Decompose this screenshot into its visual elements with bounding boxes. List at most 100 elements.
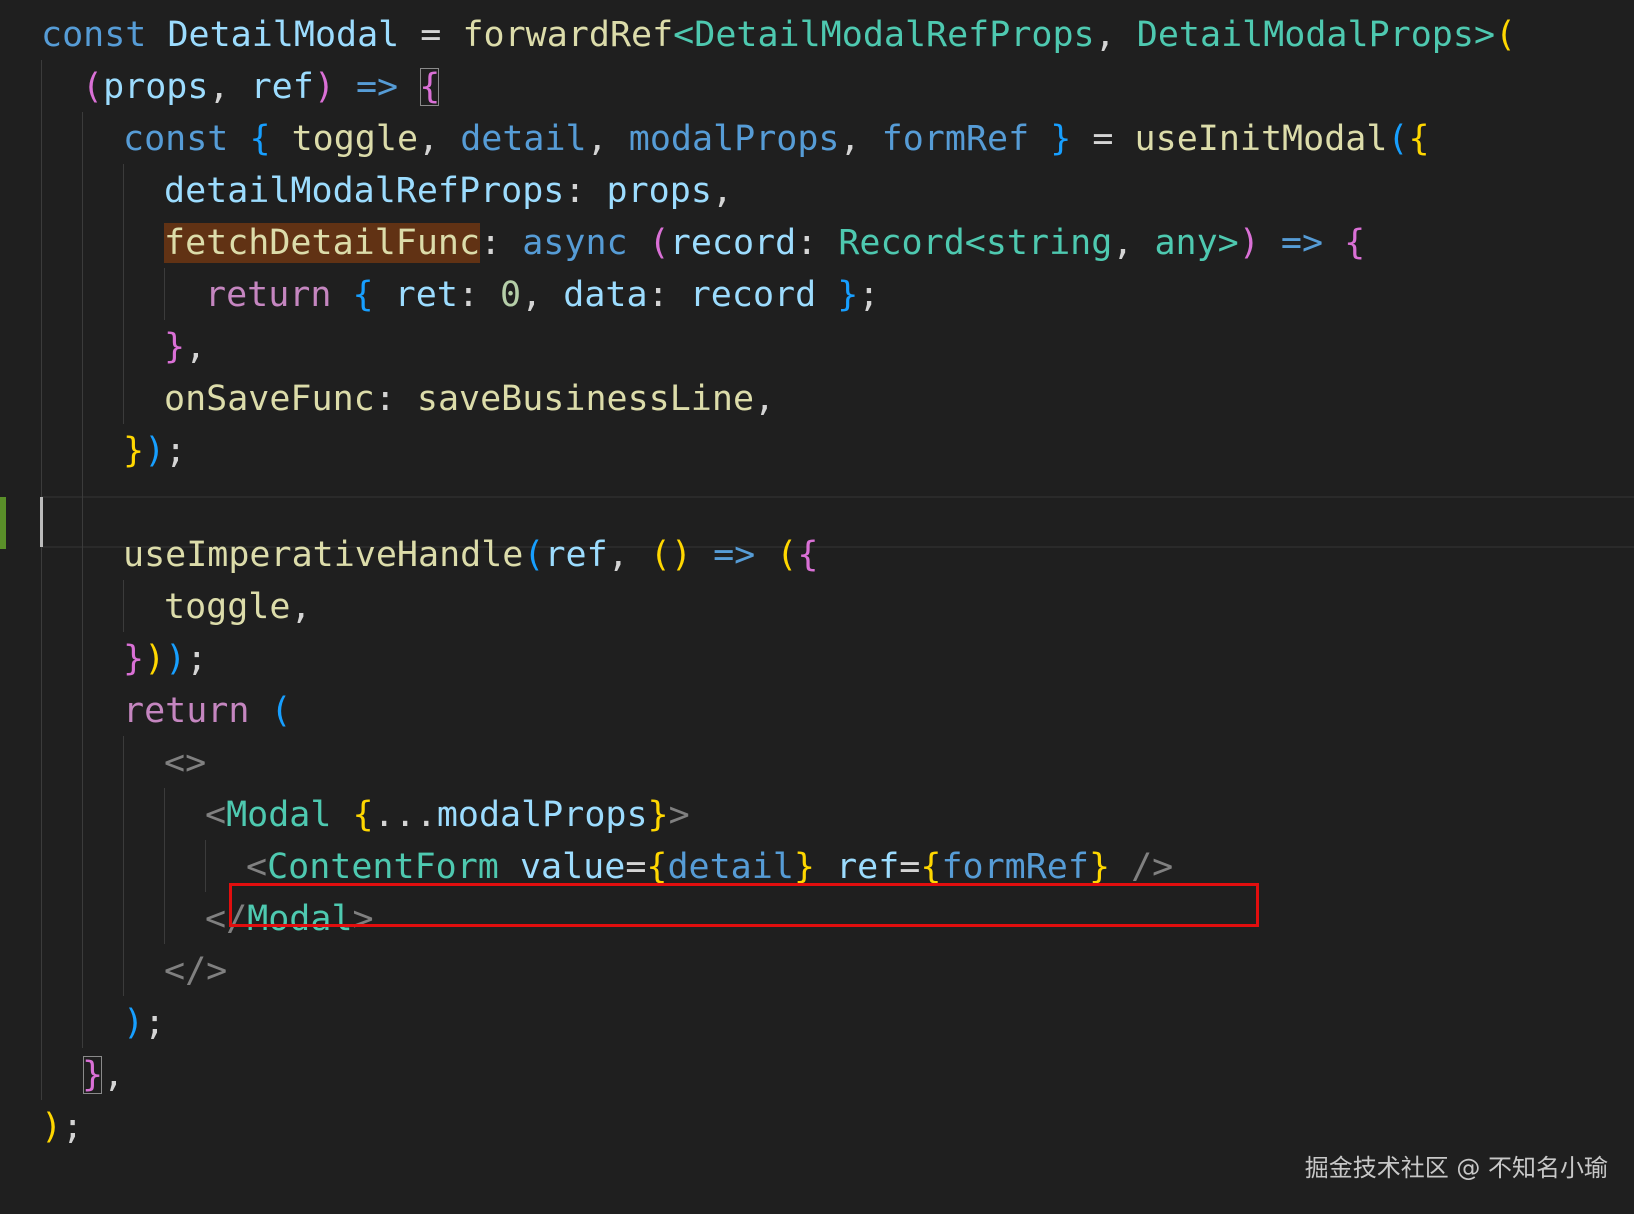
code-line[interactable]: onSaveFunc: saveBusinessLine, (0, 372, 1634, 426)
code-token: formRef (941, 847, 1089, 887)
code-token: () (649, 535, 692, 575)
code-editor[interactable]: const DetailModal = forwardRef<DetailMod… (0, 0, 1634, 1214)
code-line[interactable]: return { ret: 0, data: record }; (0, 268, 1634, 322)
code-token: { (249, 119, 271, 159)
code-token: : (480, 223, 523, 263)
code-token: { (920, 847, 942, 887)
code-line[interactable]: const DetailModal = forwardRef<DetailMod… (0, 8, 1634, 62)
code-line[interactable]: detailModalRefProps: props, (0, 164, 1634, 218)
code-token: ) (1238, 223, 1260, 263)
code-line[interactable]: const { toggle, detail, modalProps, form… (0, 112, 1634, 166)
code-token: , (586, 119, 629, 159)
code-token: => (713, 535, 756, 575)
code-token: ... (373, 795, 437, 835)
code-line[interactable]: (props, ref) => { (0, 60, 1634, 114)
code-token: /> (1131, 847, 1174, 887)
code-line[interactable]: <> (0, 736, 1634, 790)
code-line-text: toggle, (164, 580, 312, 634)
code-line[interactable]: ); (0, 1100, 1634, 1154)
code-token: < (964, 223, 986, 263)
code-line-text: </Modal> (205, 892, 374, 946)
code-token: , (1094, 15, 1137, 55)
code-line-text: fetchDetailFunc: async (record: Record<s… (164, 216, 1365, 270)
code-token: { (1408, 119, 1430, 159)
code-token: > (352, 899, 374, 939)
code-token: record (689, 275, 817, 315)
code-line[interactable]: }, (0, 1048, 1634, 1102)
code-token: = (625, 847, 647, 887)
code-token: modalProps (436, 795, 648, 835)
code-token: ) (123, 1003, 145, 1043)
code-token: : (647, 275, 690, 315)
code-token: = (399, 15, 463, 55)
code-line-text: detailModalRefProps: props, (164, 164, 733, 218)
code-line[interactable]: <ContentForm value={detail} ref={formRef… (0, 840, 1634, 894)
code-token: detailModalRefProps (164, 171, 565, 211)
code-token: { (1344, 223, 1366, 263)
code-token: ret (394, 275, 458, 315)
code-line-text: ); (41, 1100, 83, 1154)
code-token: , (521, 275, 564, 315)
code-line[interactable]: fetchDetailFunc: async (record: Record<s… (0, 216, 1634, 270)
code-token: 0 (500, 275, 522, 315)
watermark-text: 掘金技术社区 @ 不知名小瑜 (1304, 1154, 1608, 1182)
code-line[interactable]: }); (0, 424, 1634, 478)
code-token: { (352, 275, 374, 315)
code-line[interactable]: ); (0, 996, 1634, 1050)
code-token: { (646, 847, 668, 887)
code-line-text: }, (82, 1048, 124, 1102)
code-line[interactable]: })); (0, 632, 1634, 686)
code-line[interactable]: </Modal> (0, 892, 1634, 946)
code-line-text: useImperativeHandle(ref, () => ({ (123, 528, 818, 582)
code-token: , (711, 171, 733, 211)
code-token: , (1112, 223, 1155, 263)
code-token: ( (523, 535, 545, 575)
code-token: any (1154, 223, 1218, 263)
code-token: : (374, 379, 417, 419)
code-token: => (355, 67, 399, 107)
code-line-text: <> (164, 736, 206, 790)
code-token: toggle (164, 587, 291, 627)
code-line[interactable]: }, (0, 320, 1634, 374)
code-line[interactable]: </> (0, 944, 1634, 998)
code-token: < (205, 795, 227, 835)
code-token: Modal (247, 899, 353, 939)
code-token: } (793, 847, 815, 887)
code-line[interactable]: useImperativeHandle(ref, () => ({ (0, 528, 1634, 582)
code-token: ref (250, 67, 314, 107)
code-token: modalProps (628, 119, 840, 159)
code-token: onSaveFunc (164, 379, 375, 419)
code-token: useImperativeHandle (123, 535, 524, 575)
code-token: detail (667, 847, 794, 887)
code-token: ( (82, 67, 104, 107)
code-line[interactable]: return ( (0, 684, 1634, 738)
code-token: => (1280, 223, 1324, 263)
code-token: , (754, 379, 776, 419)
code-token: DetailModalRefProps (694, 15, 1095, 55)
code-line-text: <Modal {...modalProps}> (205, 788, 690, 842)
code-token: saveBusinessLine (416, 379, 755, 419)
code-token: return (123, 691, 250, 731)
code-token: ContentForm (267, 847, 499, 887)
code-token: string (985, 223, 1113, 263)
code-line-text: const DetailModal = forwardRef<DetailMod… (41, 8, 1516, 62)
code-line[interactable] (0, 476, 1634, 530)
code-token: } (837, 275, 859, 315)
code-token: , (208, 67, 251, 107)
code-line-text: })); (123, 632, 207, 686)
code-line[interactable]: <Modal {...modalProps}> (0, 788, 1634, 842)
code-token: , (418, 119, 461, 159)
code-line-text: return ( (123, 684, 292, 738)
code-line[interactable]: toggle, (0, 580, 1634, 634)
code-token: props (103, 67, 209, 107)
code-token: ; (186, 639, 208, 679)
code-token: useInitModal (1134, 119, 1388, 159)
